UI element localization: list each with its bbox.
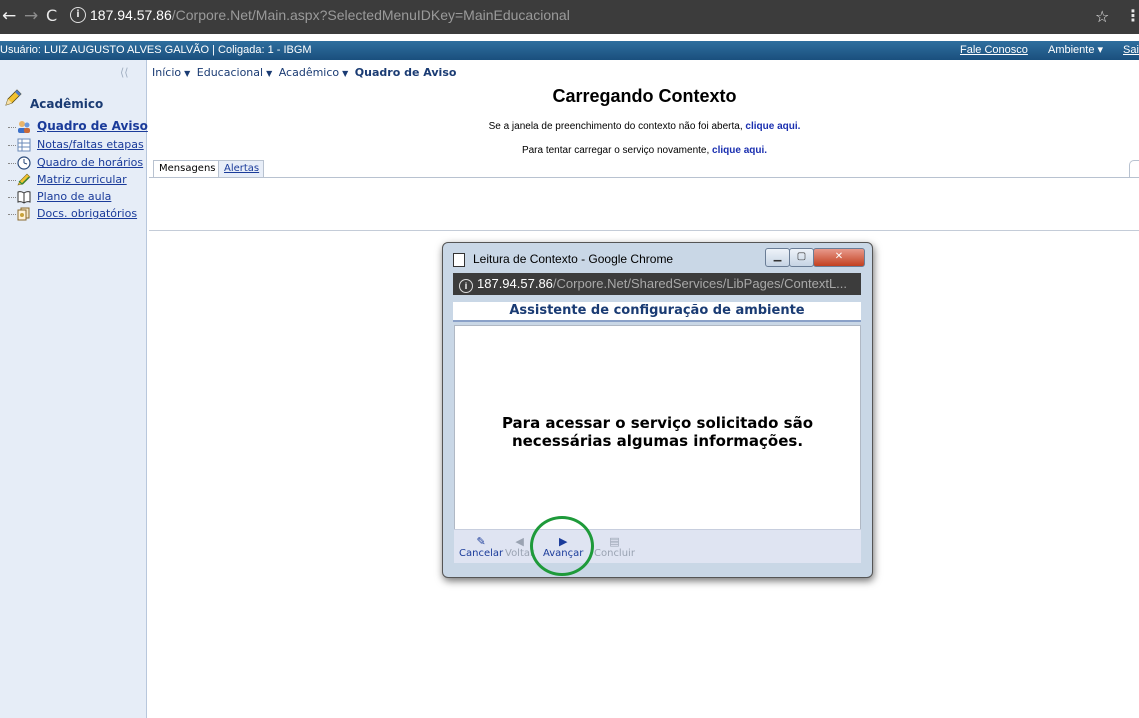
tab-panel: Mensagens Alertas (149, 160, 1139, 231)
dropdown-arrow-icon[interactable]: ▼ (266, 69, 272, 78)
concluir-button[interactable]: ▤ Concluir (594, 535, 635, 559)
collapse-icon[interactable]: ⟨⟨ (120, 66, 129, 79)
popup-url-host: 187.94.57.86 (477, 276, 553, 291)
more-menu-icon[interactable]: ⋮ (1125, 6, 1139, 25)
page-title: Carregando Contexto (552, 86, 737, 106)
url-host: 187.94.57.86 (90, 7, 172, 23)
info-line-2: Para tentar carregar o serviço novamente… (150, 145, 1139, 156)
popup-title: Leitura de Contexto - Google Chrome (473, 252, 674, 266)
sidebar-item-label: Notas/faltas etapas (37, 138, 144, 151)
fale-conosco-link[interactable]: Fale Conosco (960, 41, 1028, 60)
ambiente-menu[interactable]: Ambiente ▾ (1048, 41, 1103, 60)
concluir-label: Concluir (594, 548, 635, 559)
highlight-circle (530, 516, 594, 576)
sidebar-item-label: Docs. obrigatórios (37, 207, 138, 220)
sidebar-item-label: Quadro de Aviso (37, 119, 148, 133)
wizard-header: Assistente de configuração de ambiente (453, 302, 861, 322)
tab-mensagens[interactable]: Mensagens (153, 160, 221, 177)
sidebar-item-notas-faltas[interactable]: Notas/faltas etapas (8, 137, 148, 154)
breadcrumb-current: Quadro de Aviso (354, 66, 457, 79)
sidebar-item-label: Quadro de horários (37, 156, 144, 169)
left-sidebar: ⟨⟨ Acadêmico Quadro de Aviso Notas/falta… (0, 60, 148, 718)
context-popup-window: Leitura de Contexto - Google Chrome ▁ ▢ … (442, 242, 873, 578)
browser-toolbar: ← → C i 187.94.57.86/Corpore.Net/Main.as… (0, 0, 1139, 34)
info-text: Se a janela de preenchimento do contexto… (488, 121, 746, 132)
tab-scroll-edge[interactable] (1129, 160, 1139, 178)
breadcrumb-educacional[interactable]: Educacional (197, 66, 263, 79)
dropdown-arrow-icon[interactable]: ▼ (342, 69, 348, 78)
user-bar: Usuário: LUIZ AUGUSTO ALVES GALVÃO | Col… (0, 41, 1139, 60)
wizard-body: Para acessar o serviço solicitado são ne… (454, 325, 861, 530)
wizard-footer: ✎ Cancelar ◀ Voltar ▶ Avançar ▤ Concluir (454, 529, 861, 563)
sidebar-item-docs-obrigatorios[interactable]: Docs. obrigatórios (8, 206, 148, 223)
sidebar-item-label: Matriz curricular (37, 173, 127, 186)
back-arrow-icon[interactable]: ← (2, 7, 16, 25)
address-text[interactable]: 187.94.57.86/Corpore.Net/Main.aspx?Selec… (90, 7, 570, 23)
cancel-icon: ✎ (476, 535, 486, 548)
maximize-button[interactable]: ▢ (789, 248, 814, 267)
info-line-1: Se a janela de preenchimento do contexto… (150, 121, 1139, 132)
save-icon: ▤ (609, 535, 620, 548)
clique-aqui-link[interactable]: clique aqui. (712, 145, 767, 156)
close-button[interactable]: ✕ (813, 248, 865, 267)
forward-arrow-icon[interactable]: → (24, 7, 38, 25)
pencil-check-icon (17, 173, 31, 186)
info-icon: i (459, 279, 473, 293)
breadcrumb-inicio[interactable]: Início (152, 66, 181, 79)
clock-icon (17, 156, 31, 170)
popup-titlebar[interactable]: Leitura de Contexto - Google Chrome ▁ ▢ … (443, 243, 872, 272)
sidebar-item-quadro-de-horarios[interactable]: Quadro de horários (8, 155, 148, 172)
address-bar[interactable]: i 187.94.57.86/Corpore.Net/Main.aspx?Sel… (70, 6, 1120, 28)
sidebar-item-plano-de-aula[interactable]: Plano de aula (8, 189, 148, 206)
document-icon (453, 253, 465, 267)
breadcrumb-academico[interactable]: Acadêmico (279, 66, 339, 79)
tab-alertas[interactable]: Alertas (218, 160, 264, 177)
user-info: Usuário: LUIZ AUGUSTO ALVES GALVÃO | Col… (0, 44, 312, 56)
info-text: Para tentar carregar o serviço novamente… (521, 145, 713, 156)
grid-icon (17, 138, 31, 152)
tab-strip: Mensagens Alertas (149, 160, 1139, 178)
minimize-button[interactable]: ▁ (765, 248, 790, 267)
cancelar-button[interactable]: ✎ Cancelar (459, 535, 503, 559)
people-icon (18, 121, 30, 133)
clique-aqui-link[interactable]: clique aqui. (745, 121, 800, 132)
book-icon (17, 191, 31, 204)
breadcrumb: Início ▼ Educacional ▼ Acadêmico ▼ Quadro d… (152, 66, 456, 79)
cancelar-label: Cancelar (459, 548, 504, 559)
bookmark-star-icon[interactable]: ☆ (1095, 7, 1109, 26)
sidebar-item-quadro-de-aviso[interactable]: Quadro de Aviso (8, 119, 148, 136)
sidebar-item-matriz-curricular[interactable]: Matriz curricular (8, 172, 148, 189)
dropdown-arrow-icon[interactable]: ▼ (184, 69, 190, 78)
sair-link[interactable]: Sair (1123, 41, 1139, 60)
url-path: /Corpore.Net/Main.aspx?SelectedMenuIDKey… (171, 7, 570, 23)
popup-address-bar: i 187.94.57.86/Corpore.Net/SharedServices… (453, 273, 861, 295)
wizard-message: Para acessar o serviço solicitado são ne… (501, 414, 814, 450)
window-controls: ▁ ▢ ✕ (765, 248, 865, 267)
sidebar-item-label: Plano de aula (37, 190, 112, 203)
popup-url-path: /Corpore.Net/SharedServices/LibPages/Con… (552, 276, 848, 291)
reload-icon[interactable]: C (46, 7, 57, 25)
info-icon[interactable]: i (70, 7, 86, 23)
documents-icon (17, 207, 30, 221)
